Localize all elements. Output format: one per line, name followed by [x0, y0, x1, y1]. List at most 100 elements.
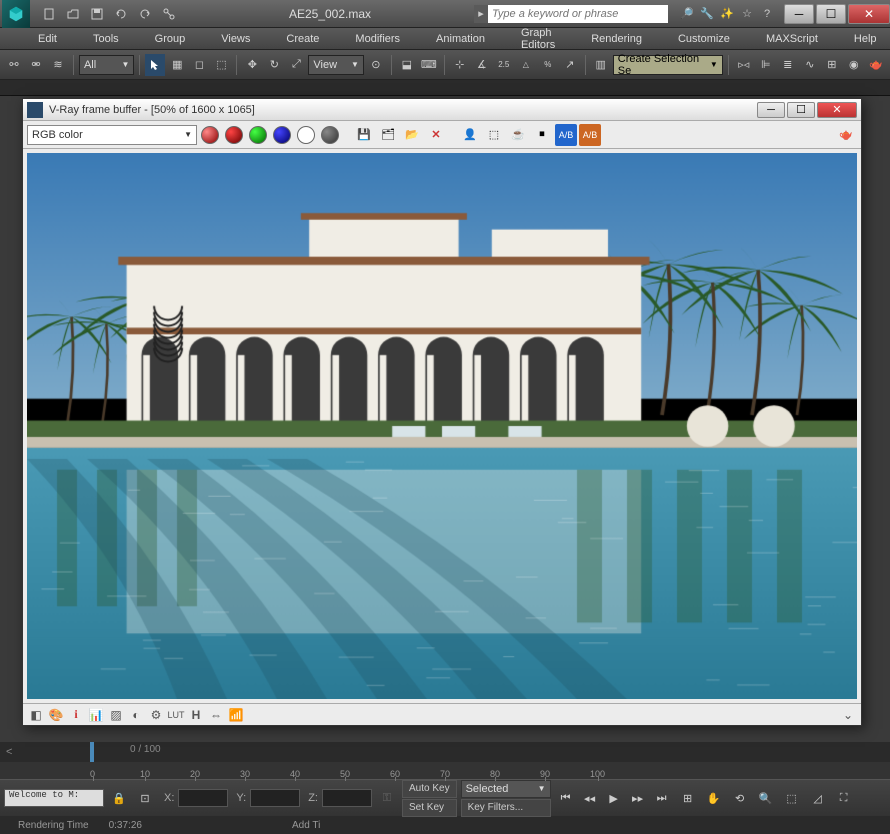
timeline-track[interactable]: < 0 / 100	[0, 742, 890, 762]
swatch-blue-icon[interactable]	[271, 124, 293, 146]
select-name-icon[interactable]: ▦	[167, 54, 187, 76]
vfb-channel-dropdown[interactable]: RGB color▼	[27, 125, 197, 145]
vfb-exposure-icon[interactable]: ▨	[107, 706, 125, 724]
menu-group[interactable]: Group	[137, 30, 204, 48]
mirror-icon[interactable]: ▹◃	[734, 54, 754, 76]
scale-tool-icon[interactable]: ⤢	[286, 54, 306, 76]
rotate-tool-icon[interactable]: ↻	[264, 54, 284, 76]
undo-icon[interactable]	[110, 4, 132, 24]
vfb-render-view[interactable]	[27, 153, 857, 699]
vfb-region-icon[interactable]: ☕	[507, 124, 529, 146]
maxscript-listener[interactable]: Welcome to M:	[4, 789, 104, 807]
ribbon-collapsed[interactable]	[0, 80, 890, 96]
vfb-compare-a-icon[interactable]: A/B	[555, 124, 577, 146]
vfb-info-icon[interactable]: 🎨	[47, 706, 65, 724]
spinner-snap-icon[interactable]: △	[516, 54, 536, 76]
prev-frame-icon[interactable]: ◂◂	[579, 788, 601, 808]
vfb-clear-icon[interactable]: ✕	[425, 124, 447, 146]
coord-y-input[interactable]	[250, 789, 300, 807]
swatch-alpha-icon[interactable]	[295, 124, 317, 146]
keyboard-icon[interactable]: ⌨	[419, 54, 439, 76]
layers-icon[interactable]: ≣	[778, 54, 798, 76]
link-icon[interactable]	[158, 4, 180, 24]
vfb-expand-icon[interactable]: ⌄	[839, 706, 857, 724]
named-sel-icon[interactable]: ▥	[591, 54, 611, 76]
help-icon[interactable]: ?	[758, 5, 776, 23]
star-icon[interactable]: ☆	[738, 5, 756, 23]
axis-icon[interactable]: ↗	[560, 54, 580, 76]
coord-x-input[interactable]	[178, 789, 228, 807]
curve-editor-icon[interactable]: ∿	[800, 54, 820, 76]
vfb-colorcorrect-icon[interactable]: ◧	[27, 706, 45, 724]
close-button[interactable]: ✕	[848, 4, 890, 24]
unlink-tool-icon[interactable]: ⚮	[26, 54, 46, 76]
key-target-dropdown[interactable]: Selected▼	[461, 780, 551, 798]
move-tool-icon[interactable]: ✥	[242, 54, 262, 76]
vfb-stop-icon[interactable]: ⏹	[531, 124, 553, 146]
swatch-red-icon[interactable]	[223, 124, 245, 146]
search-toggle-icon[interactable]: ▸	[474, 5, 488, 23]
schematic-icon[interactable]: ⊞	[822, 54, 842, 76]
vfb-curve-icon[interactable]: ◐	[127, 706, 145, 724]
vfb-h-icon[interactable]: H	[187, 706, 205, 724]
swatch-mono-icon[interactable]	[319, 124, 341, 146]
vfb-compare-b-icon[interactable]: A/B	[579, 124, 601, 146]
menu-animation[interactable]: Animation	[418, 30, 503, 48]
lock-icon[interactable]: 🔒	[108, 787, 130, 809]
menu-customize[interactable]: Customize	[660, 30, 748, 48]
app-icon-3dsmax[interactable]	[2, 0, 30, 28]
redo-icon[interactable]	[134, 4, 156, 24]
bind-spacewarp-icon[interactable]: ≋	[48, 54, 68, 76]
menu-create[interactable]: Create	[268, 30, 337, 48]
open-icon[interactable]	[62, 4, 84, 24]
coord-z-input[interactable]	[322, 789, 372, 807]
viewport-nav-icon[interactable]: ⊞	[677, 788, 699, 808]
keyfilters-button[interactable]: Key Filters...	[461, 799, 551, 817]
vfb-link-icon[interactable]: ⇔	[207, 706, 225, 724]
goto-start-icon[interactable]: ⏮	[555, 788, 577, 808]
select-tool-icon[interactable]	[145, 54, 165, 76]
maximize-button[interactable]: ☐	[816, 4, 846, 24]
pan-icon[interactable]: ✋	[703, 788, 725, 808]
maximize-viewport-icon[interactable]: ⛶	[833, 788, 855, 808]
menu-tools[interactable]: Tools	[75, 30, 137, 48]
swatch-green-icon[interactable]	[247, 124, 269, 146]
vfb-pixelinfo-icon[interactable]: i	[67, 706, 85, 724]
select-window-icon[interactable]: ⬚	[211, 54, 231, 76]
next-frame-icon[interactable]: ▸▸	[627, 788, 649, 808]
isolate-icon[interactable]: ⊡	[134, 787, 156, 809]
zoom-extents-icon[interactable]: ⬚	[781, 788, 803, 808]
goto-end-icon[interactable]: ⏭	[651, 788, 673, 808]
wrench-icon[interactable]: 🔧	[698, 5, 716, 23]
menu-edit[interactable]: Edit	[20, 30, 75, 48]
vfb-lut-icon[interactable]: LUT	[167, 706, 185, 724]
vfb-render-icon[interactable]: 🫖	[835, 124, 857, 146]
fov-icon[interactable]: ◿	[807, 788, 829, 808]
snap-icon[interactable]: ⊹	[450, 54, 470, 76]
vfb-load-icon[interactable]: 📂	[401, 124, 423, 146]
wand-icon[interactable]: ✨	[718, 5, 736, 23]
menu-rendering[interactable]: Rendering	[573, 30, 660, 48]
binoculars-icon[interactable]: 🔎	[678, 5, 696, 23]
orbit-icon[interactable]: ⟲	[729, 788, 751, 808]
key-icon[interactable]: ⚿	[376, 787, 398, 809]
align-icon[interactable]: ⊫	[756, 54, 776, 76]
autokey-button[interactable]: Auto Key	[402, 780, 457, 798]
vfb-saveall-icon[interactable]: 🗂	[377, 124, 399, 146]
help-search[interactable]	[488, 5, 668, 23]
percent-icon[interactable]: %	[538, 54, 558, 76]
vfb-trackmouse-icon[interactable]: ⬚	[483, 124, 505, 146]
scroll-left-icon[interactable]: <	[0, 746, 18, 758]
vfb-save-icon[interactable]: 💾	[353, 124, 375, 146]
vfb-histogram-icon[interactable]: 📊	[87, 706, 105, 724]
menu-views[interactable]: Views	[203, 30, 268, 48]
named-selection-dropdown[interactable]: Create Selection Se▼	[613, 55, 723, 75]
selection-filter-dropdown[interactable]: All▼	[79, 55, 135, 75]
swatch-rgb-icon[interactable]	[199, 124, 221, 146]
link-tool-icon[interactable]: ⚯	[4, 54, 24, 76]
search-input[interactable]	[492, 8, 664, 20]
percent-snap-icon[interactable]: 2.5	[494, 54, 514, 76]
manipulate-icon[interactable]: ⬓	[397, 54, 417, 76]
vfb-gear-icon[interactable]: ⚙	[147, 706, 165, 724]
timeline-current-frame[interactable]	[90, 742, 94, 762]
